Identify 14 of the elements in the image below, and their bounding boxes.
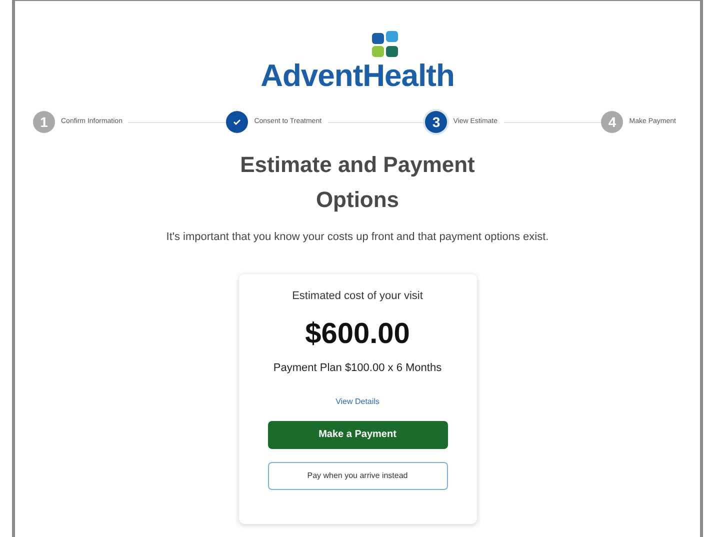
make-payment-button[interactable]: Make a Payment <box>268 420 448 448</box>
check-icon <box>233 119 242 125</box>
view-details-link[interactable]: View Details <box>336 396 380 408</box>
step-number: 4 <box>601 111 624 133</box>
pay-on-arrival-button[interactable]: Pay when you arrive instead <box>268 462 448 490</box>
logo-icon <box>370 31 400 59</box>
card-heading: Estimated cost of your visit <box>292 288 423 304</box>
page-title: Estimate and Payment Options <box>239 151 476 214</box>
intro-text: It's important that you know your costs up front and that payment options exist. <box>166 230 549 245</box>
step-number: 1 <box>33 111 55 133</box>
step-number: 3 <box>425 111 448 133</box>
estimated-amount: $600.00 <box>305 318 410 350</box>
payment-plan-text: Payment Plan $100.00 x 6 Months <box>273 361 442 376</box>
logo-wordmark: AdventHealth <box>260 59 454 93</box>
